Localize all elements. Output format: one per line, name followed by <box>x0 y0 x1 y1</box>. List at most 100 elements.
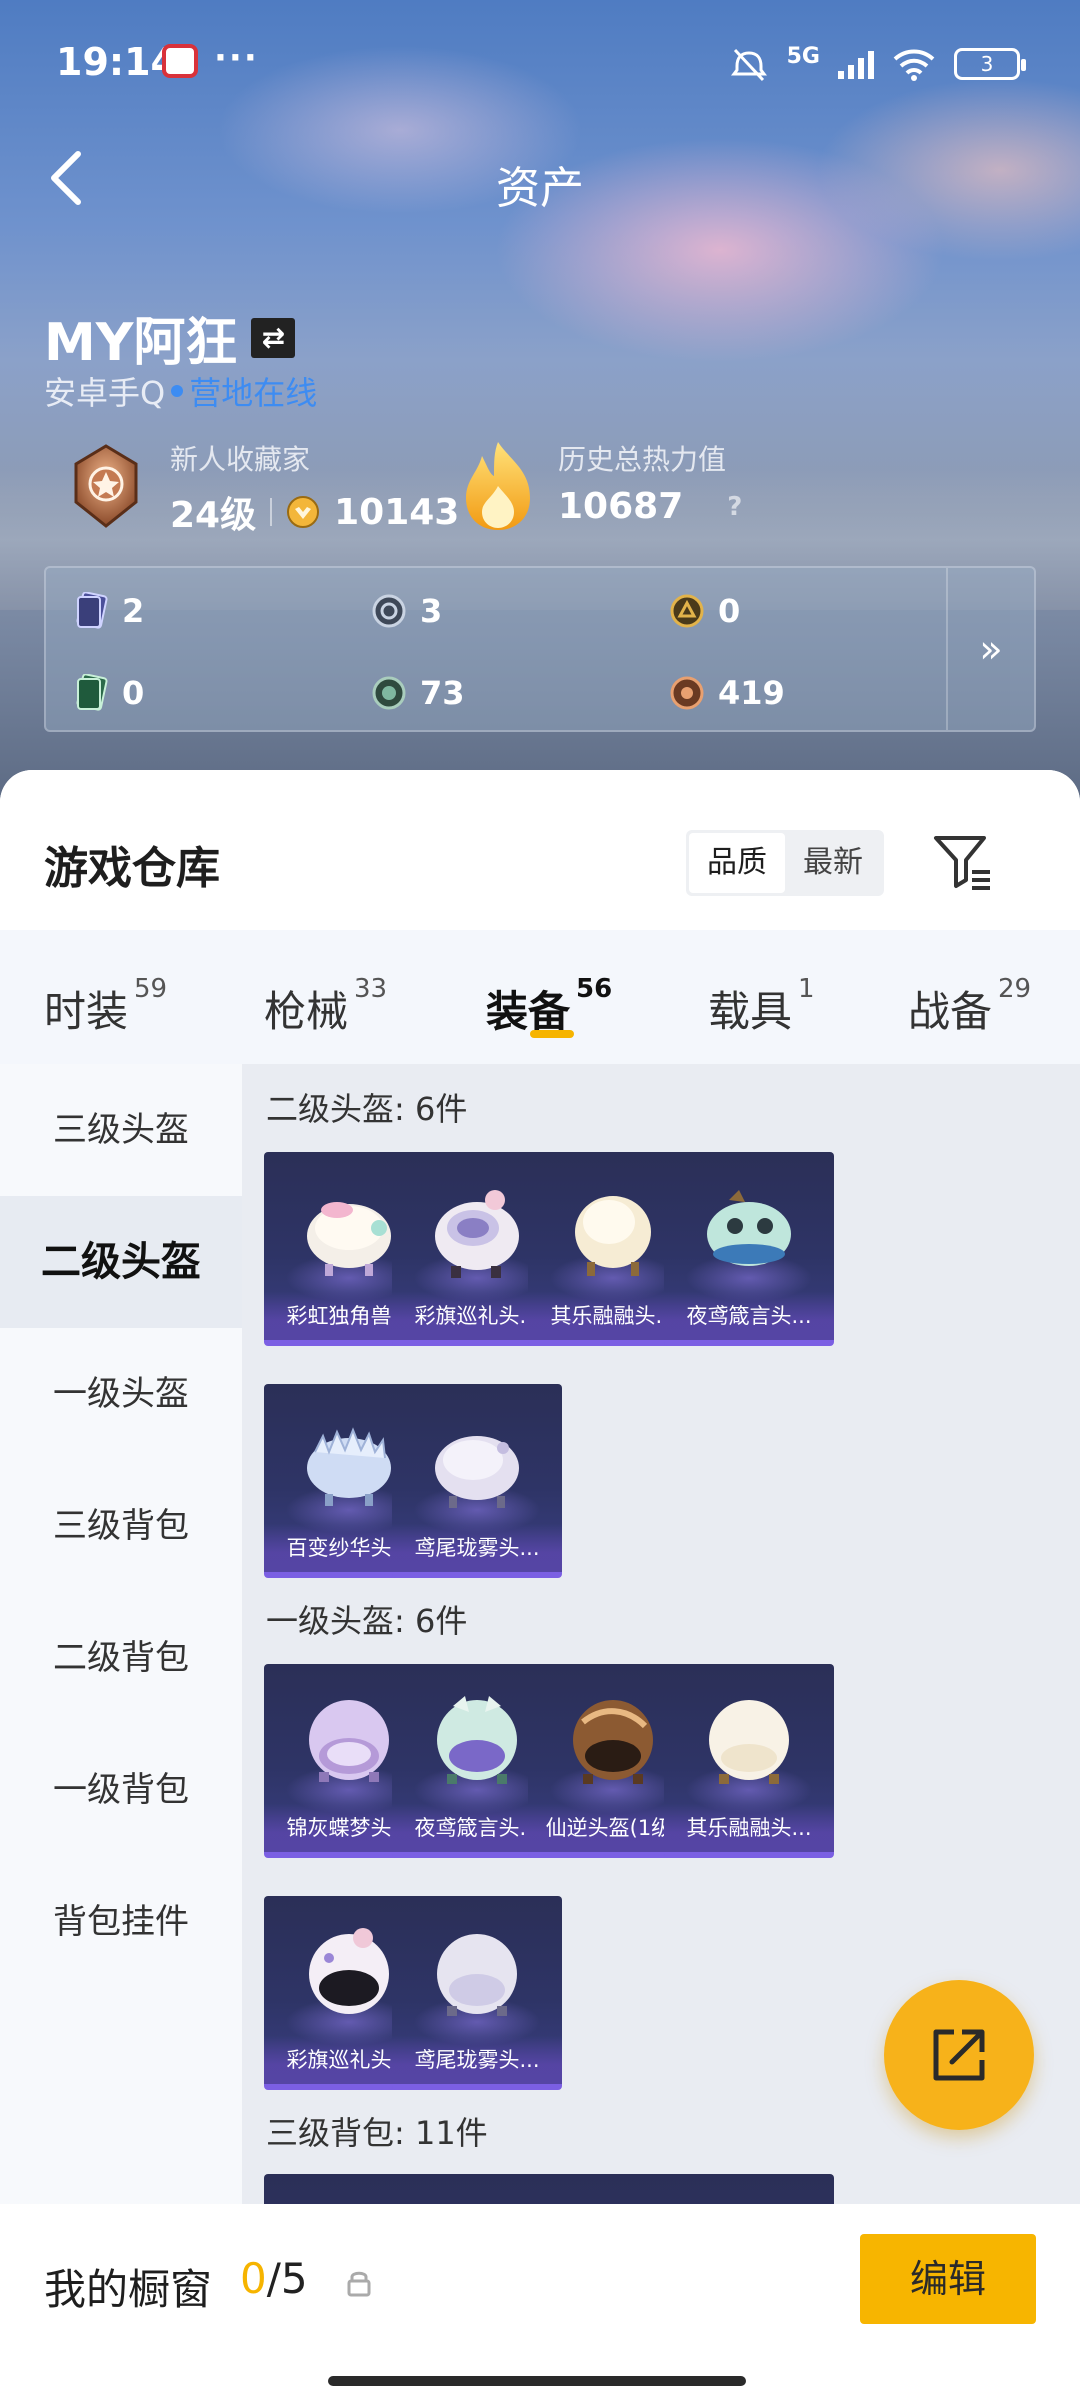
user-name-row: MY阿狂 ⇄ <box>44 300 296 375</box>
category-tabs: 时装 59 枪械 33 装备 56 载具 1 战备 29 <box>0 930 1080 1064</box>
status-more-icon: ··· <box>214 38 259 78</box>
item-grid-area[interactable]: 二级头盔: 6件 彩虹独角兽... 彩旗巡礼头... 其乐融融头... 夜鸢箴言… <box>242 1064 1080 2400</box>
unicorn-helmet-icon <box>307 1202 391 1276</box>
nightkite-helmet-icon <box>707 1190 791 1266</box>
resource-value: 3 <box>420 592 443 630</box>
home-indicator[interactable] <box>328 2376 746 2386</box>
divider <box>270 498 273 526</box>
resource-value: 419 <box>718 674 785 712</box>
filter-icon[interactable] <box>930 828 996 894</box>
coin-bronze-icon <box>670 676 704 710</box>
mute-icon <box>730 48 767 82</box>
sidebar-item-level3-helmet[interactable]: 三级头盔 <box>0 1064 242 1196</box>
online-status: 营地在线 <box>189 374 318 412</box>
resource-value: 2 <box>122 592 145 630</box>
parade-helmet-icon <box>309 1928 389 2014</box>
card-purple-icon <box>76 592 108 629</box>
warehouse-sheet: 游戏仓库 品质 最新 时装 59 枪械 33 装备 56 载具 1 战备 29 三级头盔 <box>0 770 1080 2400</box>
item-name: 其乐融融头... <box>664 1804 834 1852</box>
collector-stats: 新人收藏家 24级 10143 <box>170 438 459 538</box>
online-dot-icon <box>171 385 184 397</box>
tab-vehicles[interactable]: 载具 1 <box>708 974 815 1039</box>
status-time: 19:14 <box>56 40 177 84</box>
tab-gear[interactable]: 战备 29 <box>908 974 1031 1039</box>
heat-stats: 历史总热力值 10687 ? <box>558 438 742 527</box>
coin-gold-icon <box>670 594 704 628</box>
sidebar-item-level1-backpack[interactable]: 一级背包 <box>0 1724 242 1856</box>
share-button[interactable] <box>884 1980 1034 2130</box>
user-platform: 安卓手Q <box>44 374 166 412</box>
warehouse-header: 游戏仓库 品质 最新 <box>0 770 1080 930</box>
heat-value: 10687 <box>558 486 684 527</box>
user-name: MY阿狂 <box>44 313 238 373</box>
notification-app-icon <box>162 44 198 78</box>
tab-count: 1 <box>798 974 815 1004</box>
item-card[interactable]: 鸢尾珑雾头... <box>392 1896 562 2090</box>
tab-count: 33 <box>354 974 388 1004</box>
item-card[interactable]: 鸢尾珑雾头... <box>392 1384 562 1578</box>
tab-firearms[interactable]: 枪械 33 <box>264 974 387 1039</box>
resource-value: 0 <box>718 592 741 630</box>
edit-button[interactable]: 编辑 <box>860 2234 1036 2324</box>
signal-icon <box>838 49 874 79</box>
cream-helmet-icon <box>709 1700 789 1784</box>
lock-icon <box>347 2271 371 2297</box>
showcase-label: 我的橱窗 <box>44 2265 213 2314</box>
tab-fashion[interactable]: 时装 59 <box>44 974 167 1039</box>
resource-value: 0 <box>122 674 145 712</box>
switch-account-icon[interactable]: ⇄ <box>251 317 296 358</box>
resource-panel[interactable]: 2 3 0 0 73 419 » <box>44 566 1036 732</box>
sidebar-item-level2-backpack[interactable]: 二级背包 <box>0 1592 242 1724</box>
collector-title: 新人收藏家 <box>170 443 311 476</box>
section-title: 三级背包: 11件 <box>266 2114 488 2152</box>
subcategory-sidebar: 三级头盔 二级头盔 一级头盔 三级背包 二级背包 一级背包 背包挂件 <box>0 1064 242 2400</box>
showcase-current: 0 <box>240 2254 267 2303</box>
gem-green-icon <box>372 676 406 710</box>
tab-count: 56 <box>576 974 613 1004</box>
resource-value: 73 <box>420 674 465 712</box>
item-card[interactable]: 其乐融融头... <box>664 1664 834 1858</box>
iris-helmet-icon <box>437 1934 517 2016</box>
showcase-bar: 我的橱窗 0/5 编辑 <box>0 2204 1080 2400</box>
section-title: 一级头盔: 6件 <box>266 1602 468 1640</box>
showcase-total: /5 <box>266 2254 308 2303</box>
flame-icon <box>466 442 530 530</box>
sort-quality-button[interactable]: 品质 <box>689 833 785 893</box>
resource-item: 73 <box>372 674 465 712</box>
resource-item: 0 <box>670 592 740 630</box>
collector-level: 24级 <box>170 495 257 536</box>
tab-count: 29 <box>998 974 1032 1004</box>
butterfly-helmet-icon <box>309 1700 389 1782</box>
resource-item: 2 <box>74 592 144 630</box>
coin-silver-icon <box>372 594 406 628</box>
item-card[interactable]: 夜鸢箴言头... <box>664 1152 834 1346</box>
sidebar-item-level1-helmet[interactable]: 一级头盔 <box>0 1328 242 1460</box>
share-icon <box>933 2029 985 2081</box>
coin-count: 10143 <box>334 491 460 533</box>
tab-count: 59 <box>134 974 168 1004</box>
resource-item: 0 <box>74 674 144 712</box>
status-bar: 19:14 ··· 5G 3 <box>0 0 1080 120</box>
cream-helmet-icon <box>575 1196 651 1276</box>
nightkite-helmet-icon <box>437 1696 517 1784</box>
tab-label: 时装 <box>44 987 129 1036</box>
resource-item: 3 <box>372 592 442 630</box>
resources-expand-button[interactable]: » <box>946 568 1034 730</box>
sidebar-item-level3-backpack[interactable]: 三级背包 <box>0 1460 242 1592</box>
help-icon[interactable]: ? <box>727 492 742 522</box>
coin-icon <box>287 496 320 528</box>
spiky-helmet-icon <box>307 1427 391 1506</box>
sort-toggle: 品质 最新 <box>686 830 884 896</box>
card-green-icon <box>76 674 108 711</box>
sidebar-item-backpack-charm[interactable]: 背包挂件 <box>0 1856 242 1988</box>
showcase-count: 0/5 <box>240 2254 308 2303</box>
item-name: 夜鸢箴言头... <box>664 1292 834 1340</box>
sidebar-item-level2-helmet[interactable]: 二级头盔 <box>0 1196 242 1328</box>
item-name: 鸢尾珑雾头... <box>392 2036 562 2084</box>
resource-item: 419 <box>670 674 785 712</box>
sort-newest-button[interactable]: 最新 <box>785 833 881 893</box>
parade-helmet-icon <box>435 1190 519 1278</box>
user-status-line: 安卓手Q 营地在线 <box>44 368 317 414</box>
battery-icon: 3 <box>954 48 1026 80</box>
iris-helmet-icon <box>435 1436 519 1508</box>
